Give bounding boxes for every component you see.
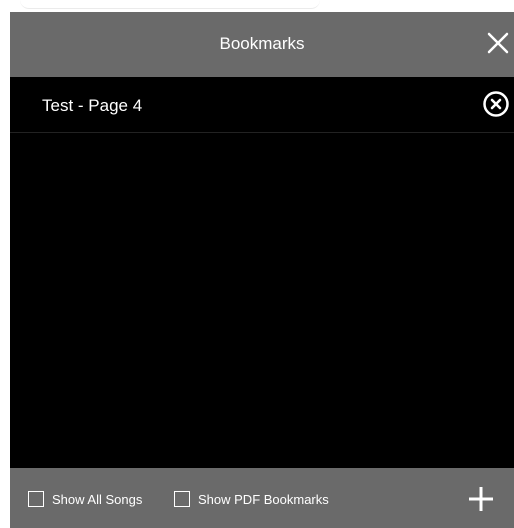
show-pdf-bookmarks-label: Show PDF Bookmarks <box>198 491 329 507</box>
dialog-header: Bookmarks <box>10 12 514 77</box>
remove-bookmark-button[interactable] <box>482 90 510 118</box>
close-button[interactable] <box>484 28 512 58</box>
bookmark-row[interactable]: Test - Page 4 <box>10 77 514 133</box>
show-all-songs-label: Show All Songs <box>52 491 143 507</box>
checkbox-box[interactable] <box>28 491 44 507</box>
add-bookmark-button[interactable] <box>466 484 496 514</box>
bookmark-list: Test - Page 4 <box>10 77 514 468</box>
plus-icon <box>469 487 493 511</box>
show-pdf-bookmarks-checkbox[interactable]: Show PDF Bookmarks <box>174 491 329 507</box>
show-all-songs-checkbox[interactable]: Show All Songs <box>28 491 142 507</box>
remove-circle-icon <box>483 91 509 117</box>
background-app-edge <box>20 0 320 9</box>
bookmark-label: Test - Page 4 <box>42 96 143 115</box>
checkbox-box[interactable] <box>174 491 190 507</box>
dialog-title: Bookmarks <box>219 34 305 53</box>
bookmarks-dialog: Bookmarks Test - Page 4 Show All Songs S… <box>10 12 514 528</box>
close-icon <box>487 32 509 54</box>
background-app-strip <box>0 0 514 12</box>
dialog-footer: Show All Songs Show PDF Bookmarks <box>10 468 514 528</box>
